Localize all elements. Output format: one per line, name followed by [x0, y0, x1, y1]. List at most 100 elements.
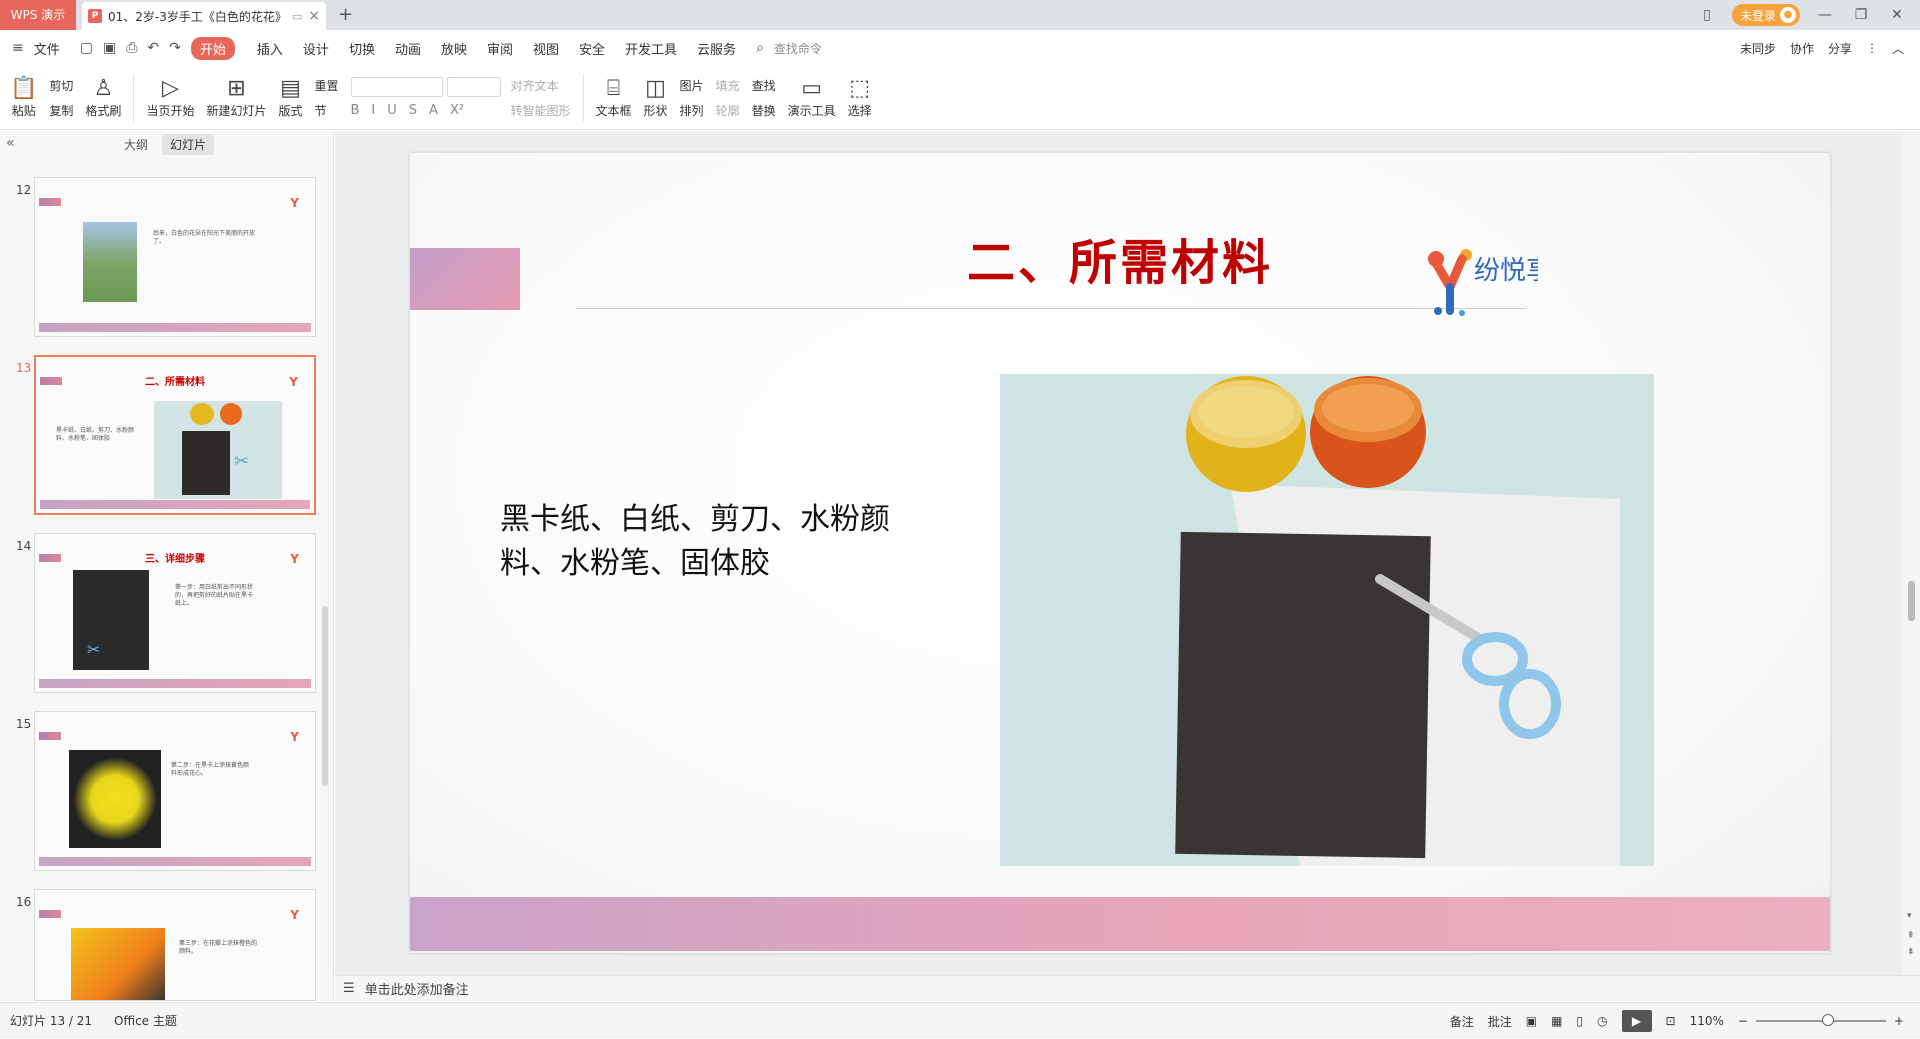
comments-toggle-button[interactable]: 批注	[1488, 1013, 1512, 1030]
zoom-slider-knob[interactable]	[1821, 1014, 1834, 1026]
document-tab[interactable]: P 01、2岁-3岁手工《白色的花花》 ▭ ×	[82, 2, 326, 30]
slide-thumbnail-active[interactable]: 二、所需材料 Y 黑卡纸、白纸、剪刀、水粉颜料、水粉笔、固体胶 ✂	[34, 355, 316, 515]
status-right: 备注 批注 ▣ ▦ ▯ ◷ ▶ ⊡ 110% − +	[1450, 1003, 1904, 1039]
menu-insert[interactable]: 插入	[257, 39, 283, 58]
slide-body-text[interactable]: 黑卡纸、白纸、剪刀、水粉颜料、水粉笔、固体胶	[500, 498, 920, 586]
restore-icon[interactable]: ❐	[1850, 7, 1872, 23]
open-folder-icon[interactable]: ▢	[80, 40, 93, 56]
font-color-icon[interactable]: A	[429, 103, 438, 118]
play-current-button[interactable]: ▷ 当页开始	[146, 76, 194, 119]
more-icon[interactable]: ⋮	[1866, 41, 1878, 55]
fit-window-icon[interactable]: ⊡	[1666, 1014, 1676, 1028]
materials-photo[interactable]	[1000, 374, 1654, 866]
menu-transition[interactable]: 切换	[349, 39, 375, 58]
menu-slideshow[interactable]: 放映	[441, 39, 467, 58]
thumb-scissors-icon: ✂	[87, 640, 101, 659]
reset-button[interactable]: 重置	[314, 77, 338, 94]
close-tab-icon[interactable]: ×	[308, 8, 320, 24]
prev-slide-icon[interactable]: ⇞	[1907, 931, 1915, 941]
menu-view[interactable]: 视图	[533, 39, 559, 58]
save-icon[interactable]: ▣	[103, 40, 116, 56]
zoom-level[interactable]: 110%	[1690, 1014, 1724, 1028]
notes-placeholder[interactable]: 单击此处添加备注	[365, 979, 469, 998]
notes-toggle-button[interactable]: 备注	[1450, 1013, 1474, 1030]
minimize-icon[interactable]: —	[1814, 7, 1836, 23]
scroll-thumb[interactable]	[1908, 581, 1915, 621]
menu-security[interactable]: 安全	[579, 39, 605, 58]
print-icon[interactable]: ⎙	[126, 40, 137, 56]
paste-button[interactable]: 📋 粘贴	[10, 76, 37, 119]
collapse-ribbon-icon[interactable]: ︿	[1892, 40, 1904, 57]
thumb-footer-bar	[39, 679, 311, 688]
font-size-input[interactable]	[446, 77, 501, 97]
align-text-button[interactable]: 对齐文本	[511, 77, 571, 94]
zoom-in-icon[interactable]: +	[1894, 1014, 1904, 1028]
collapse-pane-icon[interactable]: «	[6, 135, 15, 151]
slide-thumbnail[interactable]: 三、详细步骤 Y ✂ 第一步：用白纸剪出不同形状的，再把剪好的纸片贴在黑卡纸上。	[34, 533, 316, 693]
command-search[interactable]: 查找命令	[774, 40, 822, 57]
find-button[interactable]: 查找	[752, 77, 776, 94]
tab-outline[interactable]: 大纲	[124, 136, 148, 153]
current-slide[interactable]: 二、所需材料 纷悦享 黑卡纸、白纸、剪刀、水粉颜料、水粉笔、固体胶	[410, 153, 1830, 953]
close-window-icon[interactable]: ✕	[1886, 7, 1908, 23]
menu-developer[interactable]: 开发工具	[625, 39, 677, 58]
menu-animation[interactable]: 动画	[395, 39, 421, 58]
present-tools-button[interactable]: ▭ 演示工具	[788, 76, 836, 119]
underline-icon[interactable]: U	[387, 103, 397, 118]
scroll-down-icon[interactable]: ▾	[1907, 911, 1912, 921]
arrange-button[interactable]: 排列	[680, 102, 704, 119]
copy-button[interactable]: 复制	[49, 102, 73, 119]
zoom-slider[interactable]	[1755, 1014, 1886, 1026]
hamburger-icon[interactable]: ≡	[12, 40, 24, 56]
italic-icon[interactable]: I	[371, 103, 375, 118]
cut-button[interactable]: 剪切	[49, 77, 73, 94]
redo-icon[interactable]: ↷	[169, 40, 181, 56]
undo-icon[interactable]: ↶	[147, 40, 159, 56]
slide-thumbnail[interactable]: Y 第二步：在黑卡上涂抹黄色颜料形成花心。	[34, 711, 316, 871]
slide-thumbnail[interactable]: Y 后来，白色的花朵在阳光下美丽的开放了。	[34, 177, 316, 337]
fill-button[interactable]: 填充	[716, 77, 740, 94]
smart-shape-button[interactable]: 转智能图形	[511, 102, 571, 119]
normal-view-icon[interactable]: ▣	[1526, 1014, 1537, 1028]
tab-slides[interactable]: 幻灯片	[162, 134, 215, 155]
app-tab[interactable]: WPS 演示	[0, 0, 76, 30]
menu-cloud[interactable]: 云服务	[697, 39, 736, 58]
menu-review[interactable]: 审阅	[487, 39, 513, 58]
superscript-icon[interactable]: X²	[450, 103, 464, 118]
outline-button[interactable]: 轮廓	[716, 102, 740, 119]
thumbnail-scrollbar[interactable]	[322, 606, 328, 786]
slide-sorter-icon[interactable]: ▦	[1551, 1014, 1562, 1028]
screen-icon[interactable]: ▭	[292, 10, 302, 23]
zoom-out-icon[interactable]: −	[1738, 1014, 1748, 1028]
collaborate-button[interactable]: 协作	[1790, 40, 1814, 57]
slide-thumbnail[interactable]: Y 第三步：在花瓣上涂抹橙色的颜料。	[34, 889, 316, 1001]
canvas-vertical-scrollbar[interactable]: ▾ ⇞ ⇟	[1903, 131, 1920, 975]
reading-view-icon[interactable]: ▯	[1576, 1014, 1583, 1028]
new-tab-button[interactable]: +	[338, 4, 353, 25]
slideshow-play-button[interactable]: ▶	[1621, 1010, 1652, 1032]
menu-file[interactable]: 文件	[34, 39, 60, 58]
bold-icon[interactable]: B	[351, 103, 360, 118]
menu-start[interactable]: 开始	[190, 36, 235, 60]
layout-button[interactable]: ▤ 版式	[278, 76, 302, 119]
notes-bar[interactable]: ☰ 单击此处添加备注	[335, 975, 1920, 1001]
share-button[interactable]: 分享	[1828, 40, 1852, 57]
layout-icon[interactable]: ▯	[1696, 7, 1718, 23]
shape-button[interactable]: ◫ 形状	[644, 76, 668, 119]
format-painter-button[interactable]: ♙ 格式刷	[85, 76, 121, 119]
new-slide-button[interactable]: ⊞ 新建幻灯片	[206, 76, 266, 119]
next-slide-icon[interactable]: ⇟	[1907, 947, 1915, 957]
replace-button[interactable]: 替换	[752, 102, 776, 119]
strikethrough-icon[interactable]: S	[409, 103, 417, 118]
select-button[interactable]: ⬚ 选择	[848, 76, 872, 119]
picture-button[interactable]: 图片	[680, 77, 704, 94]
textbox-button[interactable]: ⌸ 文本框	[596, 76, 632, 119]
slide-title[interactable]: 二、所需材料	[410, 223, 1830, 293]
presenter-icon[interactable]: ◷	[1597, 1014, 1607, 1028]
theme-name[interactable]: Office 主题	[114, 1012, 177, 1029]
font-family-input[interactable]	[350, 77, 443, 97]
menu-design[interactable]: 设计	[303, 39, 329, 58]
login-button[interactable]: 未登录 ●	[1731, 4, 1800, 26]
section-button[interactable]: 节	[314, 102, 338, 119]
sync-status[interactable]: 未同步	[1740, 40, 1776, 57]
